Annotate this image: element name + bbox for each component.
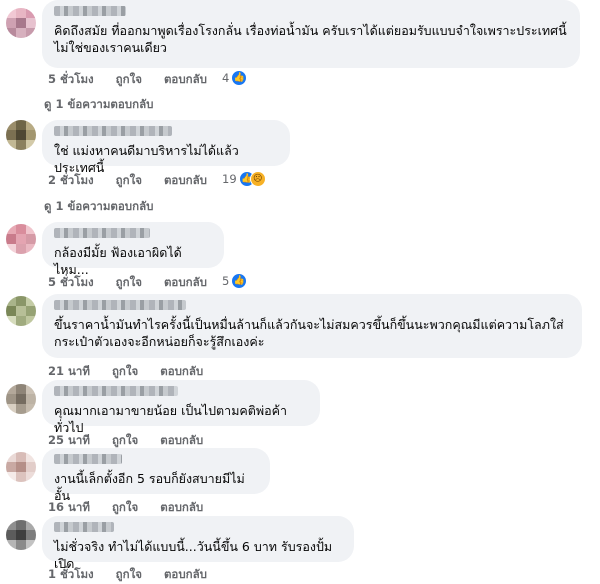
commenter-name-blurred[interactable]: [54, 386, 178, 396]
reply-button[interactable]: ตอบกลับ: [160, 500, 203, 514]
avatar[interactable]: [6, 296, 36, 326]
commenter-name-blurred[interactable]: [54, 454, 122, 464]
commenter-name-blurred[interactable]: [54, 228, 150, 238]
reply-button[interactable]: ตอบกลับ: [164, 72, 207, 86]
reply-button[interactable]: ตอบกลับ: [164, 173, 207, 187]
comment-time[interactable]: 2 ชั่วโมง: [48, 173, 94, 187]
reply-button[interactable]: ตอบกลับ: [164, 275, 207, 289]
comment-actions: 1 ชั่วโมง ถูกใจ ตอบกลับ: [48, 566, 225, 584]
avatar[interactable]: [6, 452, 36, 482]
like-reaction-icon: 👍: [231, 273, 248, 289]
reply-button[interactable]: ตอบกลับ: [160, 364, 203, 378]
comment-actions: 16 นาที ถูกใจ ตอบกลับ: [48, 499, 221, 517]
like-button[interactable]: ถูกใจ: [116, 72, 142, 86]
comment-bubble: ไม่ชั่วจริง ทำไม่ได้แบบนี้...วันนี้ขึ้น …: [42, 516, 354, 571]
commenter-name-blurred[interactable]: [54, 126, 172, 136]
commenter-name-blurred[interactable]: [54, 522, 114, 532]
comment-text: กล้องมีมั้ย ฟ้องเอาผิดได้ไหม...: [54, 245, 182, 277]
comment-bubble: คุณมากเอามาขายน้อย เป็นไปตามคติพ่อค้าทั่…: [42, 380, 320, 435]
reaction-summary[interactable]: 19 👍 ☹: [222, 171, 266, 187]
reaction-summary[interactable]: 4 👍: [222, 70, 248, 86]
avatar[interactable]: [6, 384, 36, 414]
reaction-summary[interactable]: 5 👍: [222, 273, 248, 289]
like-button[interactable]: ถูกใจ: [116, 567, 142, 581]
view-replies-link[interactable]: ดู 1 ข้อความตอบกลับ: [44, 96, 153, 114]
comment-time[interactable]: 5 ชั่วโมง: [48, 275, 94, 289]
commenter-name-blurred[interactable]: [54, 300, 186, 310]
reaction-count: 5: [222, 274, 230, 288]
avatar[interactable]: [6, 224, 36, 254]
comment-time[interactable]: 25 นาที: [48, 433, 90, 447]
comment-text: ขึ้นราคาน้ำมันทำไรครั้งนี้เป็นหมื่นล้านก…: [54, 317, 564, 349]
comment-actions: 5 ชั่วโมง ถูกใจ ตอบกลับ: [48, 71, 225, 89]
replies-label: ดู 1 ข้อความตอบกลับ: [44, 97, 154, 111]
comment-text: คุณมากเอามาขายน้อย เป็นไปตามคติพ่อค้าทั่…: [54, 403, 288, 435]
commenter-name-blurred[interactable]: [54, 6, 126, 16]
sad-reaction-icon: ☹: [249, 171, 266, 187]
like-reaction-icon: 👍: [231, 70, 248, 86]
comment-bubble: กล้องมีมั้ย ฟ้องเอาผิดได้ไหม...: [42, 222, 224, 277]
comment-time[interactable]: 5 ชั่วโมง: [48, 72, 94, 86]
avatar[interactable]: [6, 120, 36, 150]
comment-actions: 2 ชั่วโมง ถูกใจ ตอบกลับ: [48, 172, 225, 190]
like-button[interactable]: ถูกใจ: [116, 173, 142, 187]
comment-time[interactable]: 1 ชั่วโมง: [48, 567, 94, 581]
like-button[interactable]: ถูกใจ: [116, 275, 142, 289]
view-replies-link[interactable]: ดู 1 ข้อความตอบกลับ: [44, 198, 153, 216]
comment-bubble: คิดถึงสมัย ที่ออกมาพูดเรื่องโรงกลั่น เรื…: [42, 0, 580, 68]
reaction-count: 19: [222, 172, 237, 186]
comment-text: คิดถึงสมัย ที่ออกมาพูดเรื่องโรงกลั่น เรื…: [54, 23, 567, 55]
comment-bubble: ใช่ แม่งหาคนดีมาบริหารไม่ได้แล้วประเทศนี…: [42, 120, 290, 175]
comment-bubble: ขึ้นราคาน้ำมันทำไรครั้งนี้เป็นหมื่นล้านก…: [42, 294, 582, 358]
reaction-count: 4: [222, 71, 230, 85]
comment-bubble: งานนี้เล็กตั้งอีก 5 รอบก็ยังสบายมีไม่อั้…: [42, 448, 270, 503]
like-button[interactable]: ถูกใจ: [112, 500, 138, 514]
comment-time[interactable]: 21 นาที: [48, 364, 90, 378]
avatar[interactable]: [6, 520, 36, 550]
replies-label: ดู 1 ข้อความตอบกลับ: [44, 199, 154, 213]
comment-actions: 5 ชั่วโมง ถูกใจ ตอบกลับ: [48, 274, 225, 292]
comment-time[interactable]: 16 นาที: [48, 500, 90, 514]
comment-actions: 21 นาที ถูกใจ ตอบกลับ: [48, 363, 221, 381]
like-button[interactable]: ถูกใจ: [112, 433, 138, 447]
reply-button[interactable]: ตอบกลับ: [164, 567, 207, 581]
avatar[interactable]: [6, 8, 36, 38]
like-button[interactable]: ถูกใจ: [112, 364, 138, 378]
reply-button[interactable]: ตอบกลับ: [160, 433, 203, 447]
